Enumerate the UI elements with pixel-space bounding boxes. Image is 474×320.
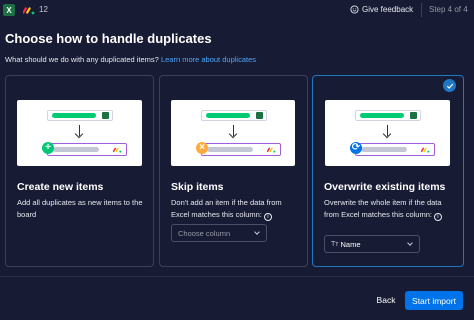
info-icon[interactable]: i	[433, 213, 442, 221]
monday-logo-icon	[113, 147, 122, 153]
option-description-text: Overwrite the whole item if the data fro…	[324, 198, 442, 219]
option-card-skip-items[interactable]: × Skip items Don't add an item if the da…	[159, 75, 308, 267]
text-column-icon: Tт	[331, 240, 339, 248]
option-card-overwrite-existing-items[interactable]: ⟳ Overwrite existing items Overwrite the…	[312, 75, 464, 267]
option-title: Create new items	[17, 181, 104, 193]
option-description: Overwrite the whole item if the data fro…	[324, 197, 454, 221]
step-indicator: Step 4 of 4	[429, 5, 468, 14]
skip-x-icon: ×	[196, 142, 208, 154]
excel-icon	[102, 112, 109, 119]
dropdown-placeholder: Choose column	[178, 228, 231, 238]
arrow-down-icon	[387, 125, 388, 136]
excel-row-graphic	[355, 110, 421, 121]
board-row-graphic	[201, 143, 281, 156]
overwrite-column-dropdown[interactable]: Tт Name	[324, 235, 420, 253]
monday-logo-icon	[23, 7, 35, 15]
plus-icon: +	[42, 142, 54, 154]
option-card-create-new-items[interactable]: + Create new items Add all duplicates as…	[5, 75, 154, 267]
overwrite-items-illustration: ⟳	[325, 100, 450, 166]
option-title: Skip items	[171, 181, 224, 193]
excel-icon: X	[3, 4, 15, 16]
start-import-button[interactable]: Start import	[405, 291, 463, 310]
create-new-items-illustration: +	[17, 100, 142, 166]
top-bar: X 12 Give feedback Step 4 of 4	[0, 0, 474, 20]
board-count: 12	[39, 5, 48, 14]
board-row-graphic	[355, 143, 435, 156]
duplicates-question: What should we do with any duplicated it…	[5, 55, 256, 64]
learn-more-link[interactable]: Learn more about duplicates	[161, 55, 256, 64]
sync-icon: ⟳	[350, 142, 362, 154]
option-title: Overwrite existing items	[324, 181, 446, 193]
excel-row-graphic	[47, 110, 113, 121]
give-feedback-link[interactable]: Give feedback	[362, 5, 413, 14]
skip-column-dropdown[interactable]: Choose column	[171, 224, 267, 242]
selected-check-icon	[443, 79, 456, 92]
arrow-down-icon	[79, 125, 80, 136]
question-text: What should we do with any duplicated it…	[5, 55, 159, 64]
feedback-icon[interactable]	[350, 5, 359, 14]
page-title: Choose how to handle duplicates	[5, 31, 212, 46]
info-icon[interactable]: i	[263, 213, 272, 221]
option-description: Add all duplicates as new items to the b…	[17, 198, 143, 219]
excel-row-graphic	[201, 110, 267, 121]
chevron-down-icon	[407, 240, 413, 246]
excel-icon	[256, 112, 263, 119]
arrow-down-icon	[233, 125, 234, 136]
chevron-down-icon	[254, 229, 260, 235]
monday-logo-icon	[421, 147, 430, 153]
back-button[interactable]: Back	[370, 291, 402, 309]
monday-logo-icon	[267, 147, 276, 153]
board-row-graphic	[47, 143, 127, 156]
option-description: Don't add an item if the data from Excel…	[171, 197, 301, 221]
topbar-divider	[421, 3, 422, 17]
excel-icon	[410, 112, 417, 119]
skip-items-illustration: ×	[171, 100, 295, 166]
footer-divider	[0, 276, 474, 277]
dropdown-value: Name	[340, 239, 361, 249]
